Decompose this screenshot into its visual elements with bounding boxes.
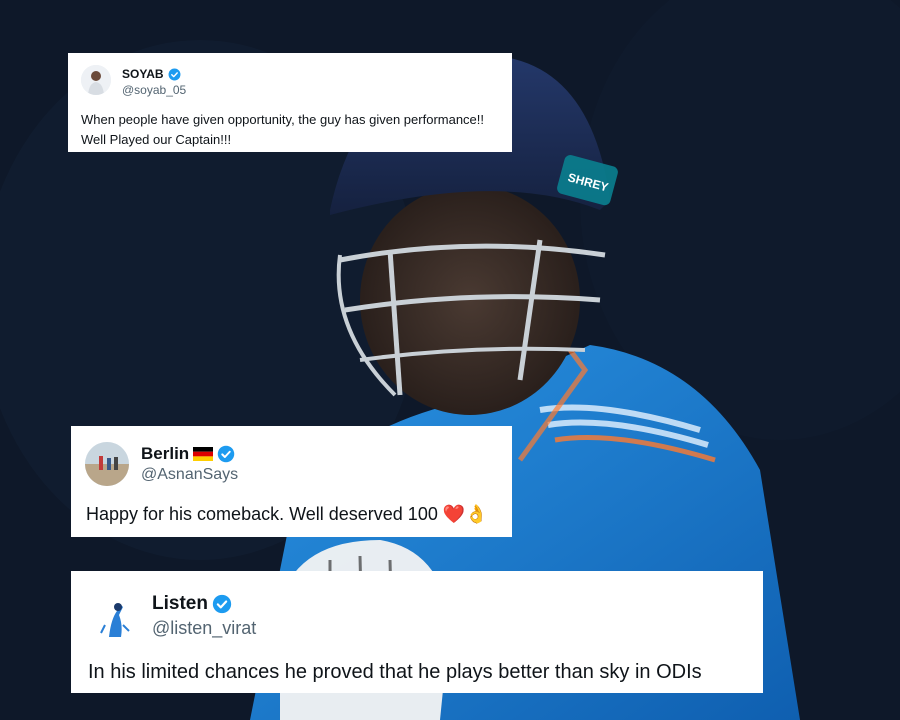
- display-name-text: Berlin: [141, 444, 190, 463]
- tweet-text: Happy for his comeback. Well deserved 10…: [86, 504, 488, 525]
- verified-badge-icon: [168, 68, 181, 80]
- display-name[interactable]: Berlin: [141, 444, 235, 464]
- user-handle[interactable]: @soyab_05: [122, 83, 186, 97]
- tweet-text: In his limited chances he proved that he…: [88, 661, 702, 683]
- avatar[interactable]: [81, 65, 111, 95]
- display-name[interactable]: Listen: [152, 593, 232, 615]
- tweet-emoji: ❤️👌: [442, 504, 488, 524]
- tweet-text-body: Happy for his comeback. Well deserved 10…: [86, 504, 438, 524]
- avatar[interactable]: [91, 595, 137, 641]
- tweet-card-soyab[interactable]: SOYAB @soyab_05 When people have given o…: [68, 53, 512, 152]
- avatar[interactable]: [85, 442, 129, 486]
- display-name-text: Listen: [152, 593, 208, 614]
- tweet-card-berlin[interactable]: Berlin @AsnanSays Happy for his comeback…: [71, 426, 512, 537]
- user-handle[interactable]: @listen_virat: [152, 618, 256, 639]
- display-name-text: SOYAB: [122, 67, 164, 81]
- display-name[interactable]: SOYAB: [122, 67, 181, 81]
- germany-flag-icon: [193, 447, 214, 461]
- verified-badge-icon: [217, 445, 235, 463]
- tweet-text: When people have given opportunity, the …: [81, 112, 485, 147]
- user-handle[interactable]: @AsnanSays: [141, 466, 238, 484]
- verified-badge-icon: [212, 594, 232, 614]
- tweet-card-listen[interactable]: Listen @listen_virat In his limited chan…: [71, 571, 763, 693]
